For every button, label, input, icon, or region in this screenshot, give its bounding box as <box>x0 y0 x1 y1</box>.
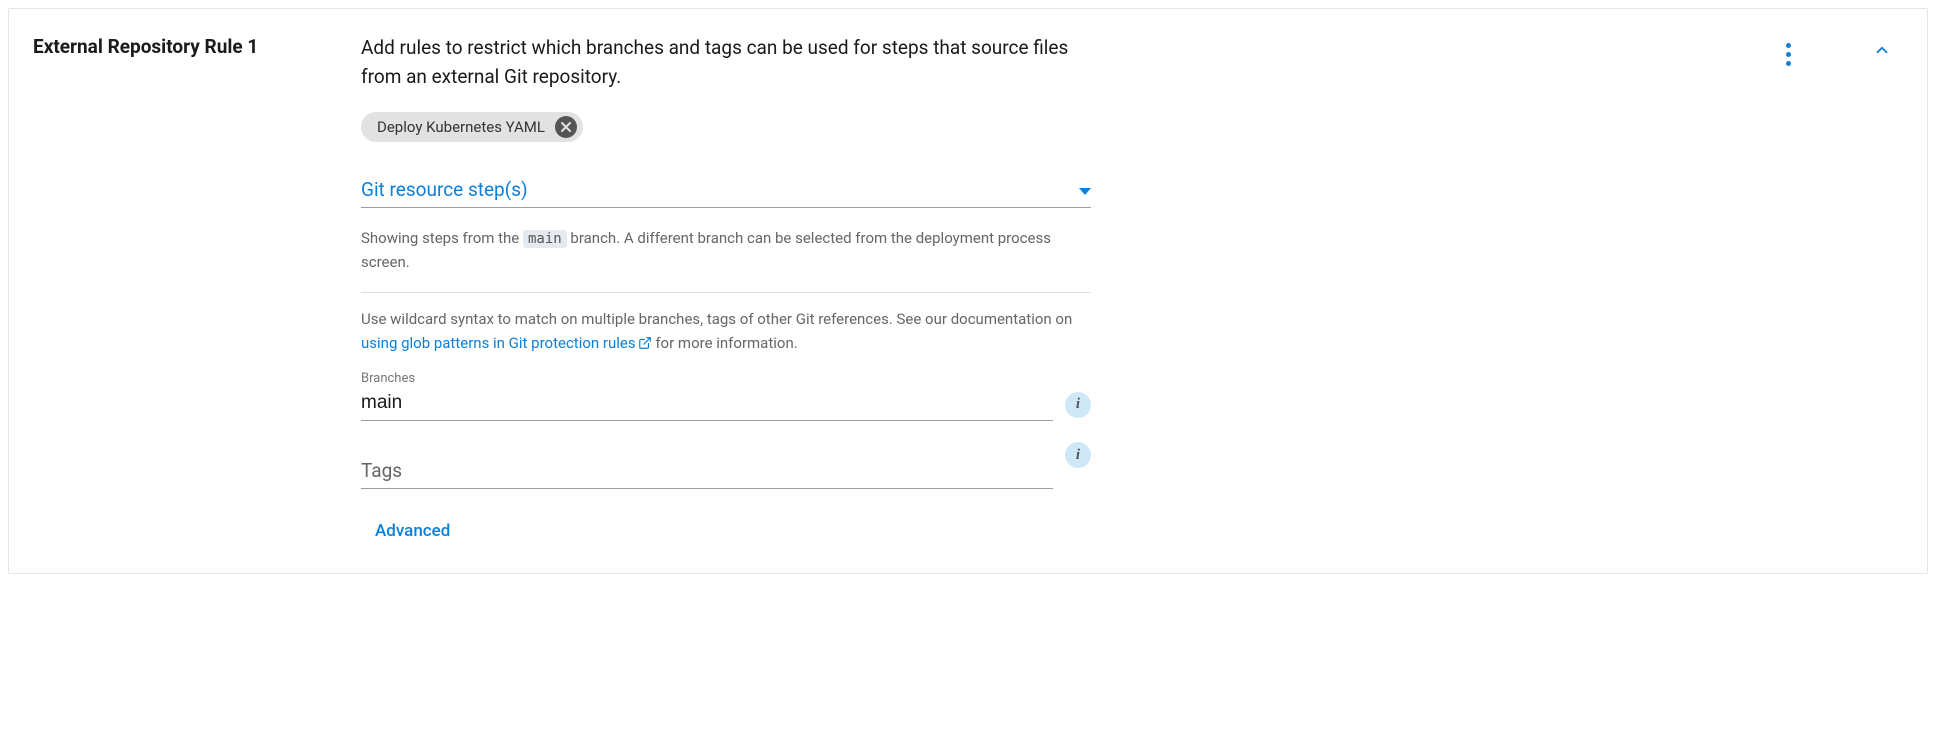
tags-row: Tags i <box>361 421 1091 489</box>
divider <box>361 292 1091 293</box>
branches-input[interactable] <box>361 388 1053 421</box>
branch-code-pill: main <box>523 230 567 248</box>
rule-main-column: Add rules to restrict which branches and… <box>361 33 1091 541</box>
rule-title: External Repository Rule 1 <box>33 33 353 541</box>
advanced-toggle[interactable]: Advanced <box>361 521 1091 541</box>
overflow-menu-button[interactable] <box>1780 37 1797 72</box>
step-chip[interactable]: Deploy Kubernetes YAML <box>361 112 583 142</box>
git-resource-steps-select[interactable]: Git resource step(s) <box>361 178 1091 208</box>
collapse-button[interactable] <box>1869 37 1895 67</box>
git-resource-steps-label: Git resource step(s) <box>361 178 528 201</box>
tags-info-icon[interactable]: i <box>1065 442 1091 468</box>
glob-patterns-link-text: using glob patterns in Git protection ru… <box>361 334 636 352</box>
wildcard-suffix: for more information. <box>652 334 798 352</box>
step-chip-label: Deploy Kubernetes YAML <box>377 118 545 136</box>
git-resource-helper: Showing steps from the main branch. A di… <box>361 226 1091 274</box>
glob-patterns-link[interactable]: using glob patterns in Git protection ru… <box>361 334 652 352</box>
branches-info-icon[interactable]: i <box>1065 392 1091 418</box>
tags-input[interactable]: Tags <box>361 459 1053 489</box>
helper-prefix: Showing steps from the <box>361 229 523 247</box>
rule-description: Add rules to restrict which branches and… <box>361 33 1091 92</box>
branches-label: Branches <box>361 371 1091 386</box>
rule-panel: External Repository Rule 1 Add rules to … <box>8 8 1928 574</box>
external-link-icon <box>638 333 652 357</box>
branches-row: i <box>361 388 1091 421</box>
wildcard-helper: Use wildcard syntax to match on multiple… <box>361 307 1091 357</box>
rule-actions <box>1099 33 1903 541</box>
chip-remove-button[interactable] <box>555 116 577 138</box>
caret-down-icon <box>1079 188 1091 195</box>
wildcard-prefix: Use wildcard syntax to match on multiple… <box>361 310 1072 328</box>
tags-label: Tags <box>361 459 402 482</box>
